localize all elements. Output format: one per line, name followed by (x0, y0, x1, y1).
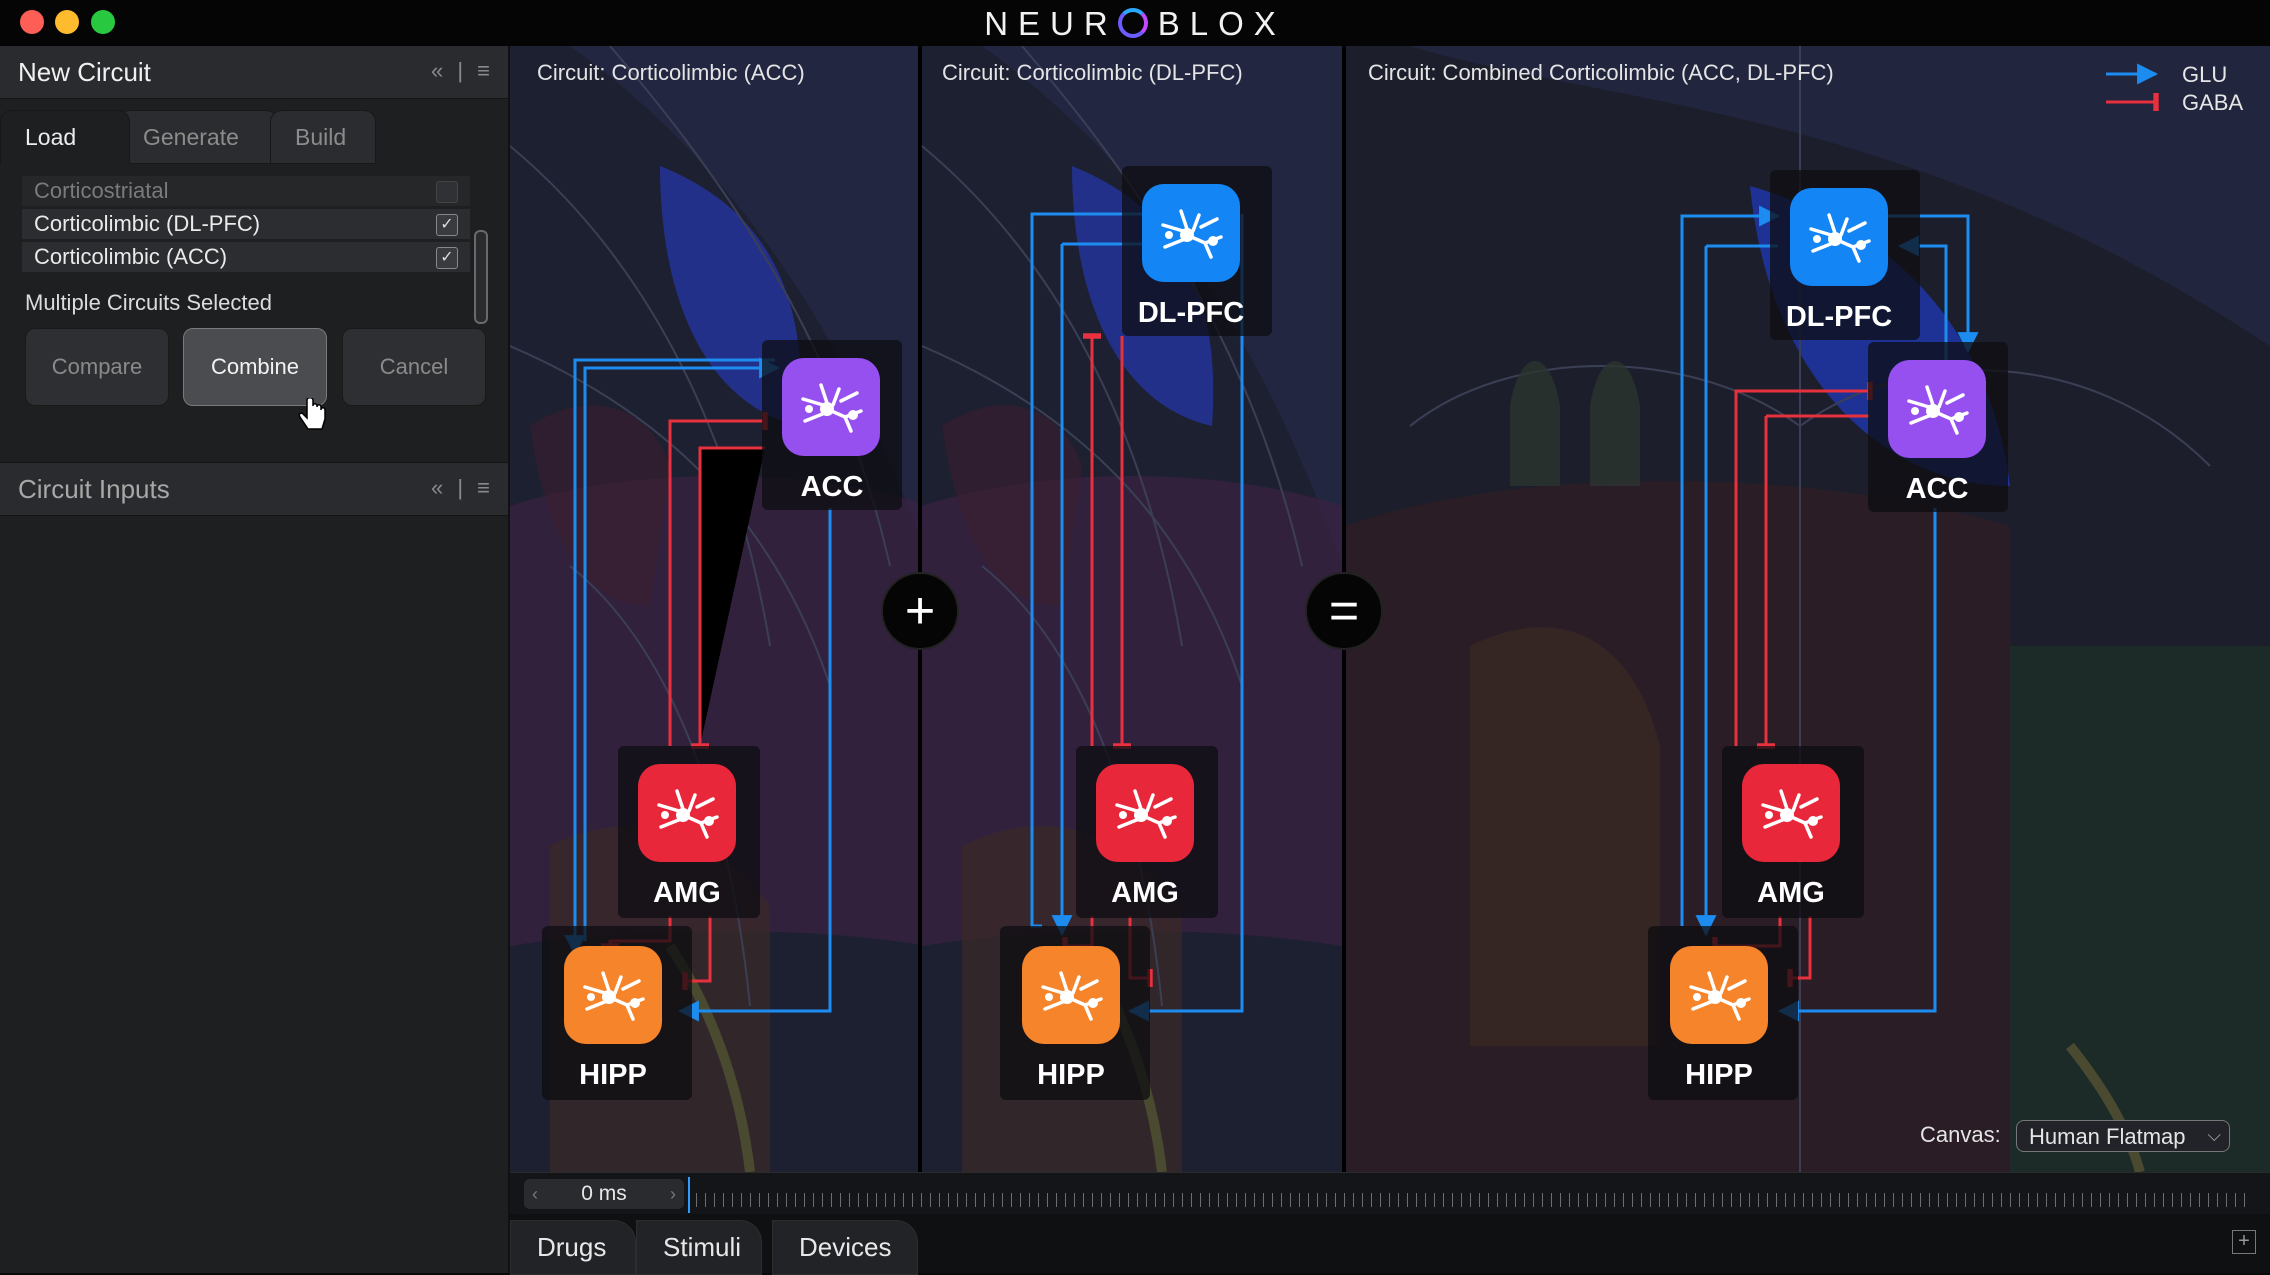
circuit-inputs-header: Circuit Inputs « | ≡ (0, 462, 508, 516)
circuit-checkbox[interactable]: ✓ (436, 247, 458, 269)
chevron-down-icon: ⌵ (2207, 1125, 2221, 1145)
cancel-button[interactable]: Cancel (342, 328, 486, 406)
node-label: AMG (653, 877, 721, 909)
node-label: HIPP (1037, 1059, 1105, 1091)
list-scrollbar[interactable] (474, 230, 488, 324)
plus-icon: + (905, 582, 935, 640)
tab-devices[interactable]: Devices (772, 1220, 918, 1275)
tab-load[interactable]: Load (0, 110, 130, 164)
circuit-checkbox[interactable] (436, 181, 458, 203)
circuit-name: Corticolimbic (ACC) (34, 244, 228, 269)
node-label: ACC (801, 471, 864, 503)
panel-title-dlpfc: Circuit: Corticolimbic (DL-PFC) (942, 60, 1243, 85)
node-amg[interactable]: AMG (1076, 746, 1218, 918)
node-label: AMG (1111, 877, 1179, 909)
equals-operator: = (1305, 572, 1383, 650)
panel-title-acc: Circuit: Corticolimbic (ACC) (537, 60, 805, 85)
new-circuit-header: New Circuit « | ≡ (0, 46, 508, 99)
node-label: ACC (1906, 473, 1969, 505)
node-dlpfc[interactable]: DL-PFC (1770, 170, 1920, 340)
panel-collapse-menu-icon[interactable]: « | ≡ (431, 58, 494, 84)
new-circuit-title: New Circuit (18, 57, 151, 87)
node-hipp[interactable]: HIPP (542, 926, 692, 1100)
list-item[interactable]: Corticostriatal (22, 176, 470, 206)
node-dlpfc[interactable]: DL-PFC (1122, 166, 1272, 336)
canvas-select-label: Canvas: (1920, 1122, 2001, 1147)
compare-button[interactable]: Compare (25, 328, 169, 406)
app-title-prefix: NEUR (984, 5, 1118, 42)
legend-label-gaba: GABA (2182, 90, 2243, 115)
node-hipp[interactable]: HIPP (1000, 926, 1150, 1100)
tab-drugs[interactable]: Drugs (510, 1220, 636, 1275)
logo-o-icon (1117, 8, 1148, 38)
node-label: HIPP (1685, 1059, 1753, 1091)
canvas-select[interactable]: Human Flatmap ⌵ (2016, 1120, 2230, 1152)
timeline[interactable]: ‹ 0 ms › (510, 1172, 2270, 1215)
time-display[interactable]: ‹ 0 ms › (524, 1179, 684, 1209)
circuit-tabs: Load Generate Build (0, 110, 508, 164)
left-panel: New Circuit « | ≡ Load Generate Build Co… (0, 46, 510, 1273)
tab-build[interactable]: Build (270, 110, 376, 164)
circuit-checkbox[interactable]: ✓ (436, 214, 458, 236)
playhead[interactable] (688, 1177, 690, 1213)
node-label: HIPP (579, 1059, 647, 1091)
list-item[interactable]: Corticolimbic (ACC) ✓ (22, 242, 470, 272)
chevron-right-icon[interactable]: › (670, 1179, 676, 1209)
tab-generate[interactable]: Generate (118, 110, 278, 164)
node-acc[interactable]: ACC (1868, 342, 2008, 512)
circuit-diagram: ACC AMG HIPP DL-PFC AMG HIPP DL-PFC ACC … (542, 62, 2243, 1100)
tab-stimuli[interactable]: Stimuli (636, 1220, 762, 1275)
circuit-list: Corticostriatal Corticolimbic (DL-PFC) ✓… (22, 176, 470, 274)
app-title-suffix: BLOX (1157, 5, 1286, 42)
panel-title-combined: Circuit: Combined Corticolimbic (ACC, DL… (1368, 60, 1834, 85)
time-value: 0 ms (581, 1182, 627, 1205)
node-label: DL-PFC (1138, 297, 1244, 329)
hand-cursor-icon (298, 398, 326, 430)
timeline-ruler[interactable] (696, 1193, 2246, 1207)
list-item[interactable]: Corticolimbic (DL-PFC) ✓ (22, 209, 470, 239)
node-label: AMG (1757, 877, 1825, 909)
app-title: NEUR BLOX (0, 5, 2270, 43)
circuit-name: Corticostriatal (34, 178, 169, 203)
title-bar: NEUR BLOX (0, 0, 2270, 46)
bottom-tab-bar: Drugs Stimuli Devices + (510, 1214, 2270, 1275)
node-amg[interactable]: AMG (1722, 746, 1864, 918)
node-acc[interactable]: ACC (762, 340, 902, 510)
node-amg[interactable]: AMG (618, 746, 760, 918)
add-panel-icon[interactable]: + (2232, 1230, 2256, 1254)
circuit-name: Corticolimbic (DL-PFC) (34, 211, 261, 236)
node-hipp[interactable]: HIPP (1648, 926, 1798, 1100)
panel-collapse-menu-icon[interactable]: « | ≡ (431, 475, 494, 501)
legend-label-glu: GLU (2182, 62, 2227, 87)
chevron-left-icon[interactable]: ‹ (532, 1179, 538, 1209)
legend: GLU GABA (2106, 62, 2243, 115)
plus-operator: + (881, 572, 959, 650)
combine-button[interactable]: Combine (183, 328, 327, 406)
selection-status: Multiple Circuits Selected (25, 290, 272, 315)
node-label: DL-PFC (1786, 301, 1892, 333)
equals-icon: = (1329, 582, 1359, 640)
circuit-inputs-title: Circuit Inputs (18, 474, 170, 504)
circuit-canvas[interactable]: ACC AMG HIPP DL-PFC AMG HIPP DL-PFC ACC … (510, 46, 2270, 1172)
canvas-select-value: Human Flatmap (2029, 1124, 2186, 1149)
